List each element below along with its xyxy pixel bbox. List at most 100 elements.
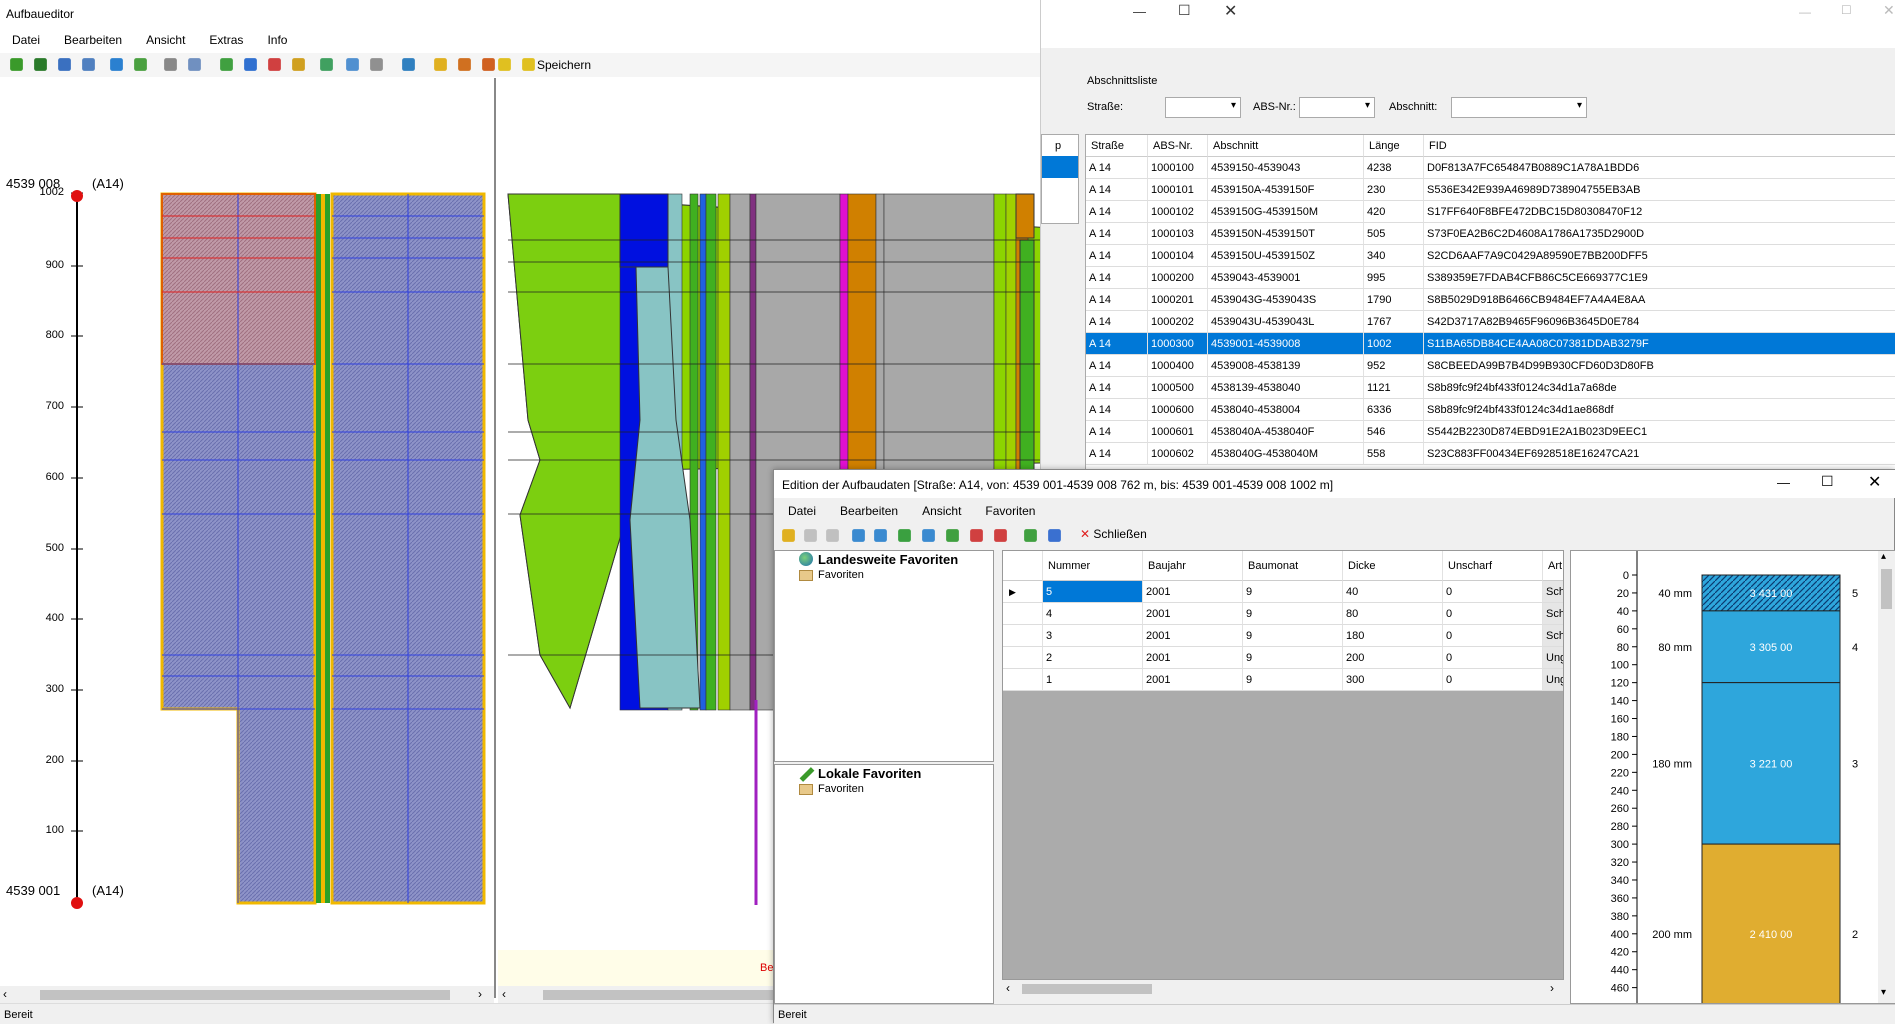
grid-cell[interactable]: 9 [1243,581,1343,603]
table-cell[interactable]: 1000600 [1148,399,1208,421]
table-cell[interactable]: 1000201 [1148,289,1208,311]
undefined-tool-icon[interactable] [782,529,795,542]
table-cell[interactable]: 1121 [1364,377,1424,399]
undefined-tool-icon[interactable] [458,58,471,71]
grid-cell[interactable] [1003,603,1043,625]
undefined-tool-icon[interactable] [826,529,839,542]
chevron-right-icon[interactable]: › [1550,981,1554,995]
maximize-icon[interactable]: ☐ [1841,3,1852,17]
list-col-header[interactable]: Straße [1086,135,1148,157]
table-cell[interactable]: 4539150A-4539150F [1208,179,1364,201]
undefined-tool-icon[interactable] [370,58,383,71]
grid-cell[interactable]: Ung [1543,647,1563,669]
table-cell[interactable]: 4539043G-4539043S [1208,289,1364,311]
undefined-tool-icon[interactable] [188,58,201,71]
edition-maximize-icon[interactable]: ☐ [1821,473,1834,490]
undefined-tool-icon[interactable] [482,58,495,71]
list-col-header[interactable]: FID [1424,135,1895,157]
table-cell[interactable]: S8B5029D918B6466CB9484EF7A4A4E8AA [1424,289,1895,311]
main-minimize-button-icon[interactable]: — [1133,4,1146,19]
table-cell[interactable]: D0F813A7FC654847B0889C1A78A1BDD6 [1424,157,1895,179]
main-maximize-icon[interactable]: ☐ [1178,2,1191,19]
table-cell[interactable]: 4538040G-4538040M [1208,443,1364,465]
table-cell[interactable]: S8CBEEDA99B7B4D99B930CFD60D3D80FB [1424,355,1895,377]
grid-cell[interactable]: 9 [1243,647,1343,669]
table-cell[interactable]: 1000602 [1148,443,1208,465]
table-cell[interactable]: S8b89fc9f24bf433f0124c34d1a7a68de [1424,377,1895,399]
table-cell[interactable]: 6336 [1364,399,1424,421]
table-cell[interactable]: 1000102 [1148,201,1208,223]
grid-col-header[interactable] [1003,551,1043,581]
edition-menu-2[interactable]: Ansicht [922,504,961,518]
grid-hscrollbar[interactable]: ‹ › [1002,980,1564,997]
grid-cell[interactable]: 2 [1043,647,1143,669]
table-cell[interactable]: A 14 [1086,179,1148,201]
grid-col-header[interactable]: Baujahr [1143,551,1243,581]
abschnitt-select[interactable]: ▾ [1451,97,1587,118]
grid-cell[interactable]: 0 [1443,669,1543,691]
grid-cell[interactable]: 80 [1343,603,1443,625]
undefined-tool-icon[interactable] [268,58,281,71]
grid-cell[interactable]: 9 [1243,603,1343,625]
grid-cell[interactable]: 2001 [1143,625,1243,647]
undefined-tool-icon[interactable] [134,58,147,71]
table-cell[interactable]: 1000400 [1148,355,1208,377]
edition-menu-0[interactable]: Datei [788,504,816,518]
scroll-thumb[interactable] [1881,569,1892,609]
grid-col-header[interactable]: Nummer [1043,551,1143,581]
undefined-tool-icon[interactable] [946,529,959,542]
table-cell[interactable]: 4238 [1364,157,1424,179]
table-cell[interactable]: A 14 [1086,377,1148,399]
table-cell[interactable]: 4539008-4538139 [1208,355,1364,377]
undefined-tool-icon[interactable] [874,529,887,542]
table-cell[interactable]: A 14 [1086,267,1148,289]
table-cell[interactable]: 340 [1364,245,1424,267]
undefined-tool-icon[interactable] [164,58,177,71]
table-cell[interactable]: 4539150N-4539150T [1208,223,1364,245]
table-cell[interactable]: A 14 [1086,201,1148,223]
table-cell[interactable]: 4538040-4538004 [1208,399,1364,421]
table-cell[interactable]: 1000100 [1148,157,1208,179]
table-cell[interactable]: A 14 [1086,223,1148,245]
grid-col-header[interactable]: Unscharf [1443,551,1543,581]
table-cell[interactable]: S2CD6AAF7A9C0429A89590E7BB200DFF5 [1424,245,1895,267]
table-cell[interactable]: 995 [1364,267,1424,289]
main-close-icon[interactable]: ✕ [1224,1,1237,21]
scroll-thumb[interactable] [40,990,450,1000]
grid-cell[interactable]: 40 [1343,581,1443,603]
grid-cell[interactable]: 9 [1243,625,1343,647]
table-cell[interactable]: S5442B2230D874EBD91E2A1B023D9EEC1 [1424,421,1895,443]
grid-cell[interactable]: 180 [1343,625,1443,647]
list-col-header[interactable]: ABS-Nr. [1148,135,1208,157]
edition-menu-1[interactable]: Bearbeiten [840,504,898,518]
fav-global-child[interactable]: Favoriten [818,569,864,581]
grid-cell[interactable]: 3 [1043,625,1143,647]
grid-cell[interactable]: 300 [1343,669,1443,691]
grid-cell[interactable] [1003,647,1043,669]
undefined-tool-icon[interactable] [804,529,817,542]
chevron-down-icon[interactable]: ▾ [1881,987,1886,998]
grid-cell[interactable]: 200 [1343,647,1443,669]
undefined-tool-icon[interactable] [320,58,333,71]
table-cell[interactable]: 4538040A-4538040F [1208,421,1364,443]
chevron-left-icon[interactable]: ‹ [3,987,7,1001]
chevron-right-icon[interactable]: › [478,987,482,1001]
chevron-left-icon[interactable]: ‹ [502,987,506,1001]
undefined-tool-icon[interactable] [346,58,359,71]
table-cell[interactable]: A 14 [1086,157,1148,179]
close-editor-button[interactable]: ✕ Schließen [1080,527,1147,541]
grid-cell[interactable]: 2001 [1143,647,1243,669]
table-cell[interactable]: S42D3717A82B9465F96096B3645D0E784 [1424,311,1895,333]
layers-grid[interactable]: Nummer Baujahr Baumonat Dicke Unscharf Art ▶ 5 2… [1002,550,1564,980]
main-menu-3[interactable]: Extras [209,33,243,47]
table-cell[interactable]: S23C883FF00434EF6928518E16247CA21 [1424,443,1895,465]
table-cell[interactable]: 1000200 [1148,267,1208,289]
abschnitt-table[interactable]: Straße ABS-Nr. Abschnitt Länge FID A 14 100010… [1085,134,1895,470]
fav-local-child[interactable]: Favoriten [818,783,864,795]
grid-cell[interactable]: ▶ [1003,581,1043,603]
undefined-tool-icon[interactable] [402,58,415,71]
table-cell[interactable]: 1002 [1364,333,1424,355]
edition-minimize-icon[interactable]: — [1777,475,1790,490]
strasse-select[interactable]: ▾ [1165,97,1241,118]
grid-cell[interactable]: 2001 [1143,581,1243,603]
